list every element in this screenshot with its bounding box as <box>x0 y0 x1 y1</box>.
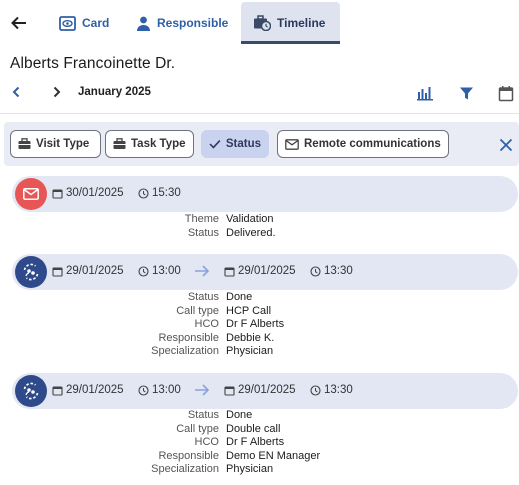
visit-icon <box>15 375 47 407</box>
timeline-entry-header[interactable]: 30/01/2025 15:30 <box>12 176 518 212</box>
task-type-chip[interactable]: Task Type <box>105 130 194 158</box>
top-tab-bar: Card Responsible Timeline <box>0 0 519 46</box>
remote-communications-label: Remote communications <box>304 138 441 150</box>
clock-icon <box>138 265 149 277</box>
timeline-entry-header[interactable]: 29/01/2025 13:00 29/01/2025 13:30 <box>12 254 518 290</box>
start-time: 13:00 <box>138 265 181 277</box>
visit-icon <box>15 256 47 288</box>
remote-communications-chip[interactable]: Remote communications <box>277 130 449 158</box>
card-eye-icon <box>59 15 76 31</box>
status-chip[interactable]: Status <box>201 130 269 158</box>
detail-row: Call type HCP Call <box>176 304 272 317</box>
calendar-icon <box>52 266 63 277</box>
clock-icon <box>310 384 321 396</box>
tab-card[interactable]: Card <box>47 2 121 44</box>
briefcase-clock-icon <box>254 15 271 31</box>
detail-row: Call type Double call <box>176 422 281 435</box>
calendar-icon <box>224 266 235 277</box>
clock-icon <box>138 384 149 396</box>
filter-button[interactable] <box>456 83 476 103</box>
end-date: 29/01/2025 <box>224 384 296 396</box>
detail-row: HCO Dr F Alberts <box>194 318 285 330</box>
start-date: 30/01/2025 <box>52 187 124 199</box>
start-date: 29/01/2025 <box>52 384 124 396</box>
check-icon <box>209 140 221 149</box>
visit-type-chip[interactable]: Visit Type <box>10 130 101 158</box>
briefcase-icon <box>113 138 126 149</box>
end-date: 29/01/2025 <box>224 265 296 277</box>
clear-filters-button[interactable] <box>496 135 516 155</box>
detail-row: Responsible Demo EN Manager <box>158 449 321 462</box>
detail-row: Specialization Physician <box>151 345 274 357</box>
end-time: 13:30 <box>310 265 353 277</box>
entry-details: Status Done Call type Double call HCO Dr F … <box>0 409 519 477</box>
calendar-icon <box>498 85 514 101</box>
calendar-button[interactable] <box>496 83 516 103</box>
detail-row: Theme Validation <box>184 213 274 225</box>
calendar-icon <box>224 385 235 396</box>
calendar-icon <box>52 385 63 396</box>
detail-row: HCO Dr F Alberts <box>194 436 285 448</box>
back-arrow-icon[interactable] <box>8 12 30 34</box>
mail-icon <box>285 138 299 150</box>
tab-timeline-label: Timeline <box>277 16 326 30</box>
detail-row: Status Done <box>187 291 253 303</box>
bar-chart-icon <box>417 87 433 101</box>
tab-timeline[interactable]: Timeline <box>241 2 340 44</box>
detail-row: Specialization Physician <box>151 463 274 475</box>
chart-view-button[interactable] <box>415 83 435 103</box>
current-month: January 2025 <box>78 86 151 98</box>
detail-row: Status Done <box>187 409 253 421</box>
timeline-entry-header[interactable]: 29/01/2025 13:00 29/01/2025 13:30 <box>12 373 518 409</box>
entry-details: Status Done Call type HCP Call HCO Dr F Alb… <box>0 291 519 359</box>
person-icon <box>137 16 150 31</box>
end-time: 13:30 <box>310 384 353 396</box>
clock-icon <box>310 265 321 277</box>
calendar-icon <box>52 188 63 199</box>
briefcase-icon <box>18 138 31 149</box>
active-tab-indicator <box>241 41 340 44</box>
chevron-right-icon <box>53 86 61 98</box>
task-type-label: Task Type <box>131 138 186 150</box>
clock-icon <box>138 187 149 199</box>
tab-card-label: Card <box>82 16 110 30</box>
tab-responsible[interactable]: Responsible <box>124 2 240 44</box>
detail-row: Status Delivered. <box>187 226 276 239</box>
close-icon <box>499 138 513 152</box>
filter-chip-bar: Visit Type Task Type Status Remote commu… <box>4 122 519 166</box>
page-title: Alberts Francoinette Dr. <box>10 55 176 72</box>
start-time: 13:00 <box>138 384 181 396</box>
divider <box>0 113 519 114</box>
status-label: Status <box>225 138 261 150</box>
arrow-right-icon <box>194 383 210 402</box>
mail-icon <box>15 178 47 210</box>
entry-details: Theme Validation Status Delivered. <box>0 213 519 240</box>
visit-type-label: Visit Type <box>36 138 90 150</box>
start-date: 29/01/2025 <box>52 265 124 277</box>
start-time: 15:30 <box>138 187 181 199</box>
filter-icon <box>459 87 473 99</box>
chevron-left-icon <box>12 86 20 98</box>
prev-month-button[interactable] <box>8 84 24 100</box>
detail-row: Responsible Debbie K. <box>158 331 275 344</box>
arrow-right-icon <box>194 264 210 283</box>
tab-responsible-label: Responsible <box>157 16 229 30</box>
next-month-button[interactable] <box>49 84 65 100</box>
